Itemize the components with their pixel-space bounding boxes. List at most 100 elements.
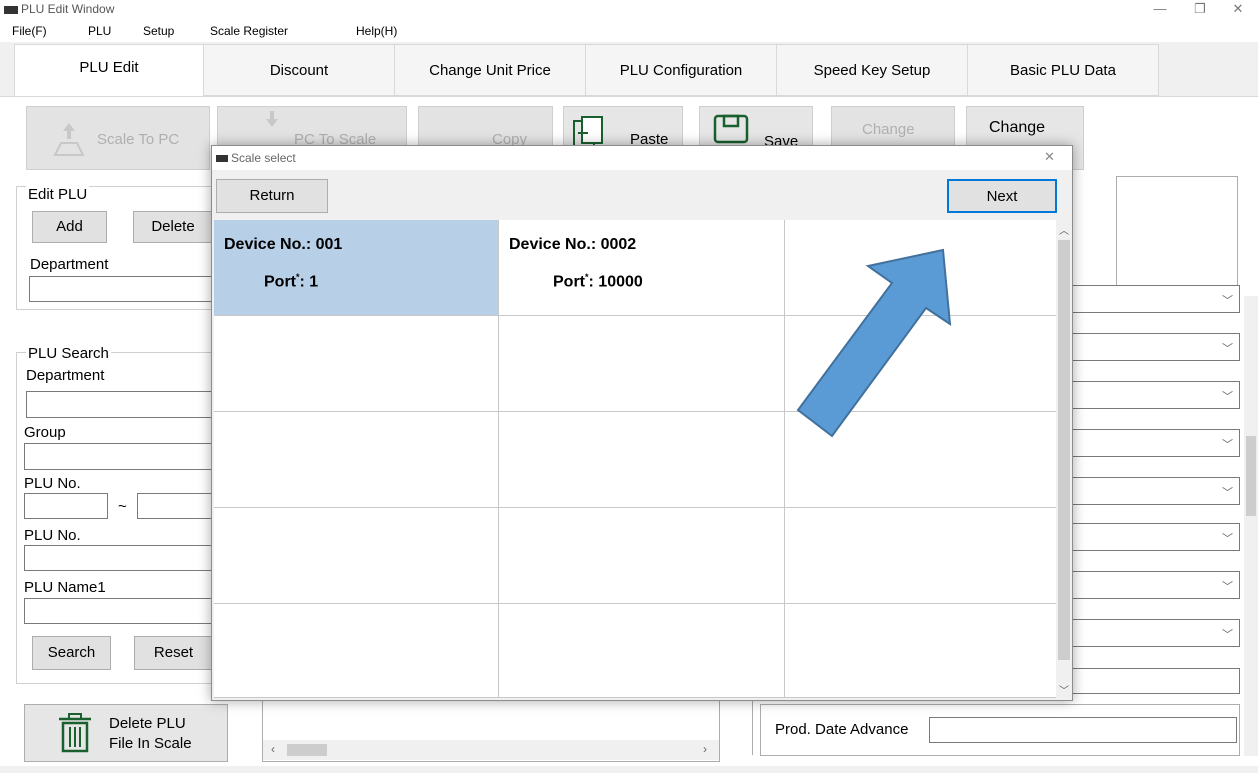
plu-no-to-input[interactable] xyxy=(137,493,217,519)
search-department-label: Department xyxy=(26,367,105,384)
app-logo-icon xyxy=(4,5,18,14)
scroll-right-icon[interactable]: › xyxy=(703,742,707,756)
menu-file[interactable]: File(F) xyxy=(12,24,47,38)
tab-basic-plu-data[interactable]: Basic PLU Data xyxy=(967,44,1159,96)
property-select-3[interactable]: ﹀ xyxy=(1072,381,1240,409)
dialog-close-button[interactable]: ✕ xyxy=(1044,149,1055,165)
prod-date-advance-input[interactable] xyxy=(929,717,1237,743)
search-department-select[interactable] xyxy=(26,391,216,418)
delete-plu-label-1: Delete PLU xyxy=(109,715,186,732)
device-cell-11[interactable] xyxy=(499,508,785,604)
plu-search-legend: PLU Search xyxy=(26,345,111,362)
menu-plu[interactable]: PLU xyxy=(88,24,111,38)
maximize-button[interactable]: ❐ xyxy=(1180,0,1220,18)
plu-name1-input[interactable] xyxy=(24,598,216,624)
plu-no-input[interactable] xyxy=(24,545,216,571)
plu-no-label: PLU No. xyxy=(24,527,81,544)
change-label-1: Change xyxy=(862,121,915,138)
tab-speed-key-setup[interactable]: Speed Key Setup xyxy=(776,44,968,96)
scale-to-pc-icon xyxy=(53,123,85,156)
plu-name1-label: PLU Name1 xyxy=(24,579,106,596)
add-button[interactable]: Add xyxy=(32,211,107,243)
chevron-down-icon: ﹀ xyxy=(1222,391,1233,403)
dialog-title-bar: Scale select ✕ xyxy=(212,146,1072,170)
trash-icon xyxy=(59,713,91,753)
reset-button[interactable]: Reset xyxy=(134,636,213,670)
property-input-9[interactable] xyxy=(1072,668,1240,694)
dialog-vertical-scrollbar[interactable]: ︿ ﹀ xyxy=(1056,220,1072,698)
return-button[interactable]: Return xyxy=(216,179,328,213)
chevron-down-icon: ﹀ xyxy=(1222,533,1233,545)
device-cell-1[interactable]: Device No.: 001 Port*: 1 xyxy=(214,220,499,316)
window-title: PLU Edit Window xyxy=(4,2,114,16)
device-cell-15[interactable] xyxy=(785,604,1056,698)
horizontal-scrollbar[interactable]: ‹ › xyxy=(263,740,719,760)
delete-button[interactable]: Delete xyxy=(133,211,213,243)
right-scrollbar-thumb[interactable] xyxy=(1246,436,1256,516)
device-no-label: Device No.: 001 xyxy=(224,236,343,253)
device-cell-5[interactable] xyxy=(499,316,785,412)
chevron-down-icon: ﹀ xyxy=(1222,629,1233,641)
dialog-title: Scale select xyxy=(216,151,296,165)
chevron-down-icon: ﹀ xyxy=(1222,295,1233,307)
device-cell-13[interactable] xyxy=(214,604,499,698)
edit-plu-legend: Edit PLU xyxy=(26,186,90,203)
tab-discount[interactable]: Discount xyxy=(203,44,395,96)
plu-no-from-input[interactable] xyxy=(24,493,108,519)
prod-date-advance-label: Prod. Date Advance xyxy=(775,721,909,738)
port-label: Port*: 1 xyxy=(264,272,319,291)
search-button[interactable]: Search xyxy=(32,636,111,670)
device-cell-7[interactable] xyxy=(214,412,499,508)
tilde-label: ~ xyxy=(118,498,127,515)
pc-to-scale-icon xyxy=(266,111,278,127)
device-cell-10[interactable] xyxy=(214,508,499,604)
next-button[interactable]: Next xyxy=(947,179,1057,213)
chevron-down-icon: ﹀ xyxy=(1222,581,1233,593)
department-select[interactable] xyxy=(29,276,219,302)
scroll-up-icon[interactable]: ︿ xyxy=(1059,222,1069,237)
pointing-arrow-icon xyxy=(796,248,952,438)
dialog-scrollbar-thumb[interactable] xyxy=(1058,240,1070,660)
change-label-2: Change xyxy=(989,119,1046,136)
chevron-down-icon: ﹀ xyxy=(1222,439,1233,451)
save-icon xyxy=(713,114,749,144)
chevron-down-icon: ﹀ xyxy=(1222,343,1233,355)
device-cell-14[interactable] xyxy=(499,604,785,698)
scroll-down-icon[interactable]: ﹀ xyxy=(1059,682,1069,697)
menu-setup[interactable]: Setup xyxy=(143,24,174,38)
delete-plu-file-button[interactable]: Delete PLU File In Scale xyxy=(24,704,228,762)
tab-change-unit-price[interactable]: Change Unit Price xyxy=(394,44,586,96)
device-cell-12[interactable] xyxy=(785,508,1056,604)
property-select-8[interactable]: ﹀ xyxy=(1072,619,1240,647)
department-label: Department xyxy=(30,256,109,273)
tab-plu-configuration[interactable]: PLU Configuration xyxy=(585,44,777,96)
group-select[interactable] xyxy=(24,443,216,470)
right-vertical-scrollbar[interactable] xyxy=(1244,296,1258,756)
menu-bar: File(F) PLU Setup Scale Register Help(H) xyxy=(0,18,1258,42)
delete-plu-label-2: File In Scale xyxy=(109,735,192,752)
scale-to-pc-label: Scale To PC xyxy=(97,131,180,148)
app-logo-icon xyxy=(216,155,228,163)
close-button[interactable]: ✕ xyxy=(1218,0,1258,18)
title-bar: PLU Edit Window — ❐ ✕ xyxy=(0,0,1258,18)
property-select-6[interactable]: ﹀ xyxy=(1072,523,1240,551)
property-select-7[interactable]: ﹀ xyxy=(1072,571,1240,599)
scale-to-pc-button[interactable]: Scale To PC xyxy=(26,106,210,170)
menu-help[interactable]: Help(H) xyxy=(356,24,397,38)
group-label: Group xyxy=(24,424,66,441)
property-select-5[interactable]: ﹀ xyxy=(1072,477,1240,505)
scrollbar-thumb[interactable] xyxy=(287,744,327,756)
property-select-4[interactable]: ﹀ xyxy=(1072,429,1240,457)
minimize-button[interactable]: — xyxy=(1140,0,1180,18)
property-select-1[interactable]: ﹀ xyxy=(1072,285,1240,313)
tab-plu-edit[interactable]: PLU Edit xyxy=(14,44,204,96)
device-cell-2[interactable]: Device No.: 0002 Port*: 10000 xyxy=(499,220,785,316)
property-select-2[interactable]: ﹀ xyxy=(1072,333,1240,361)
menu-scale-register[interactable]: Scale Register xyxy=(210,24,288,38)
scroll-left-icon[interactable]: ‹ xyxy=(271,742,275,756)
device-cell-4[interactable] xyxy=(214,316,499,412)
device-cell-8[interactable] xyxy=(499,412,785,508)
chevron-down-icon: ﹀ xyxy=(1222,487,1233,499)
plu-no-range-label: PLU No. xyxy=(24,475,81,492)
device-no-label: Device No.: 0002 xyxy=(509,236,637,253)
